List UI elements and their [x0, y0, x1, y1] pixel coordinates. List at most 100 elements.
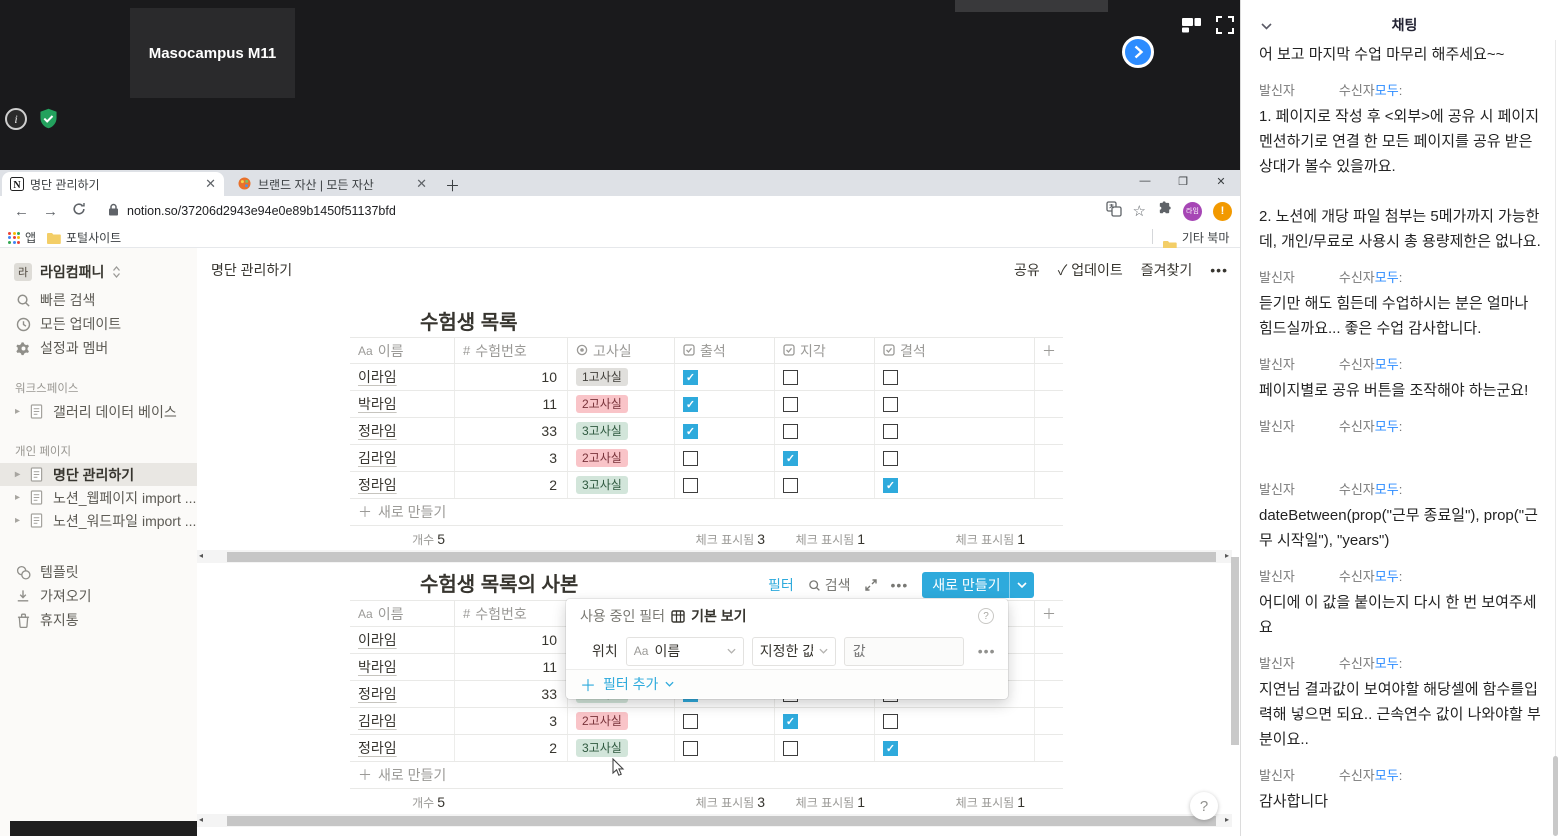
column-header[interactable]: Aa이름	[350, 601, 455, 626]
room-tag[interactable]: 3고사실	[576, 422, 628, 440]
checkbox-unchecked[interactable]	[883, 370, 898, 385]
row-title[interactable]: 박라임	[358, 657, 397, 677]
window-maximize-button[interactable]: ❐	[1164, 170, 1202, 192]
new-row-button[interactable]: ＋새로 만들기	[350, 762, 1063, 789]
cell-number[interactable]: 33	[455, 418, 568, 444]
tab-brand-assets[interactable]: 브랜드 자산 | 모든 자산 ✕	[230, 172, 435, 196]
room-tag[interactable]: 1고사실	[576, 368, 628, 386]
table-more-button[interactable]: •••	[891, 577, 909, 593]
chevron-down-icon[interactable]	[1010, 582, 1034, 588]
sidebar-item-clock[interactable]: 모든 업데이트	[0, 312, 197, 336]
recipient-value[interactable]: 모두	[1375, 482, 1399, 497]
recipient-value[interactable]: 모두	[1375, 83, 1399, 98]
expand-toggle-icon[interactable]: ▸	[15, 492, 27, 503]
cell-name[interactable]: 정라임	[350, 418, 455, 444]
checkbox-checked[interactable]: ✓	[883, 478, 898, 493]
recipient-value[interactable]: 모두	[1375, 357, 1399, 372]
checkbox-unchecked[interactable]	[783, 370, 798, 385]
recipient-value[interactable]: 모두	[1375, 270, 1399, 285]
filter-button[interactable]: 필터	[768, 575, 794, 595]
gallery-view-icon[interactable]	[1181, 16, 1202, 39]
extensions-puzzle-icon[interactable]	[1157, 201, 1172, 221]
cell-name[interactable]: 박라임	[350, 391, 455, 417]
room-tag[interactable]: 2고사실	[576, 449, 628, 467]
refresh-icon[interactable]	[72, 202, 86, 220]
chat-scrollbar-thumb[interactable]	[1553, 756, 1558, 836]
checkbox-unchecked[interactable]	[883, 424, 898, 439]
checkbox-checked[interactable]: ✓	[783, 451, 798, 466]
checked-aggregate[interactable]: 체크 표시됨1	[956, 794, 1035, 811]
cell-room[interactable]: 3고사실	[568, 418, 675, 444]
row-title[interactable]: 김라임	[358, 448, 397, 468]
checkbox-unchecked[interactable]	[683, 741, 698, 756]
row-title[interactable]: 정라임	[358, 684, 397, 704]
profile-avatar[interactable]: 라임	[1183, 202, 1202, 221]
sidebar-page-item[interactable]: ▸노션_워드파일 import ...	[0, 509, 197, 532]
cell-name[interactable]: 정라임	[350, 472, 455, 498]
expand-icon[interactable]	[865, 579, 877, 591]
checked-aggregate[interactable]: 체크 표시됨3	[696, 794, 775, 811]
horizontal-scrollbar[interactable]: ◂ ▸	[197, 550, 1232, 563]
checkbox-unchecked[interactable]	[683, 478, 698, 493]
workspace-switcher[interactable]: 라 라임컴패니	[0, 248, 197, 288]
cell-name[interactable]: 박라임	[350, 654, 455, 680]
checked-aggregate[interactable]: 체크 표시됨1	[796, 794, 875, 811]
cell-room[interactable]: 3고사실	[568, 472, 675, 498]
column-header[interactable]: 결석	[875, 338, 1035, 363]
filter-row-more-button[interactable]: •••	[978, 643, 996, 659]
checkbox-unchecked[interactable]	[783, 741, 798, 756]
table1-title[interactable]: 수험생 목록	[420, 306, 518, 335]
cell-room[interactable]: 2고사실	[568, 445, 675, 471]
count-aggregate[interactable]: 개수5	[412, 794, 455, 811]
column-header[interactable]: 출석	[675, 338, 775, 363]
scroll-left-icon[interactable]: ◂	[199, 815, 203, 824]
expand-toggle-icon[interactable]: ▸	[15, 406, 27, 417]
horizontal-scrollbar[interactable]: ◂ ▸	[197, 814, 1232, 827]
help-icon[interactable]: ?	[978, 608, 994, 624]
cell-number[interactable]: 10	[455, 627, 568, 653]
search-button[interactable]: 검색	[808, 575, 851, 595]
add-column-button[interactable]: ＋	[1035, 601, 1063, 626]
checkbox-unchecked[interactable]	[683, 714, 698, 729]
column-header[interactable]: Aa이름	[350, 338, 455, 363]
sidebar-item-trash[interactable]: 휴지통	[0, 608, 197, 632]
bookmark-portal-folder[interactable]: 포털사이트	[46, 229, 121, 246]
column-header[interactable]: 지각	[775, 338, 875, 363]
checkbox-unchecked[interactable]	[783, 424, 798, 439]
recipient-value[interactable]: 모두	[1375, 768, 1399, 783]
recipient-value[interactable]: 모두	[1375, 419, 1399, 434]
row-title[interactable]: 정라임	[358, 738, 397, 758]
room-tag[interactable]: 2고사실	[576, 712, 628, 730]
sidebar-item-template[interactable]: 템플릿	[0, 560, 197, 584]
checkbox-unchecked[interactable]	[883, 451, 898, 466]
room-tag[interactable]: 3고사실	[576, 739, 628, 757]
sidebar-item-import[interactable]: 가져오기	[0, 584, 197, 608]
favorite-button[interactable]: 즐겨찾기	[1141, 260, 1193, 280]
bookmark-star-icon[interactable]: ☆	[1133, 202, 1146, 220]
tab-close-icon[interactable]: ✕	[205, 176, 216, 192]
checkbox-checked[interactable]: ✓	[683, 424, 698, 439]
cell-number[interactable]: 33	[455, 681, 568, 707]
cell-name[interactable]: 김라임	[350, 445, 455, 471]
cell-number[interactable]: 10	[455, 364, 568, 390]
notion-help-button[interactable]: ?	[1190, 792, 1218, 820]
security-shield-icon[interactable]	[37, 107, 60, 135]
chat-scrollbar-track[interactable]	[1555, 40, 1556, 836]
checkbox-unchecked[interactable]	[683, 451, 698, 466]
new-item-button[interactable]: 새로 만들기	[922, 572, 1033, 598]
checked-aggregate[interactable]: 체크 표시됨3	[696, 531, 775, 548]
checkbox-unchecked[interactable]	[783, 478, 798, 493]
recipient-value[interactable]: 모두	[1375, 569, 1399, 584]
cell-room[interactable]: 2고사실	[568, 391, 675, 417]
new-row-button[interactable]: ＋새로 만들기	[350, 499, 1063, 526]
row-title[interactable]: 이라임	[358, 367, 397, 387]
row-title[interactable]: 이라임	[358, 630, 397, 650]
translate-icon[interactable]	[1106, 201, 1122, 222]
scroll-left-icon[interactable]: ◂	[199, 551, 203, 560]
column-header[interactable]: #수험번호	[455, 338, 568, 363]
sidebar-item-gear[interactable]: 설정과 멤버	[0, 336, 197, 360]
window-close-button[interactable]: ✕	[1202, 170, 1240, 192]
cell-number[interactable]: 3	[455, 708, 568, 734]
checkbox-unchecked[interactable]	[883, 714, 898, 729]
sidebar-page-item[interactable]: ▸명단 관리하기	[0, 463, 197, 486]
